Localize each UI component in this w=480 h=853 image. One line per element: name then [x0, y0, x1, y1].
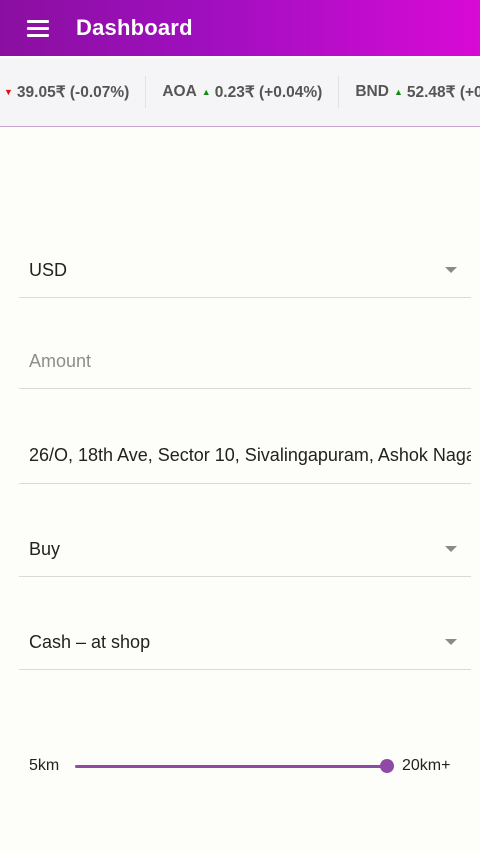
page-title: Dashboard	[76, 15, 193, 40]
slider-thumb[interactable]	[380, 759, 394, 773]
currency-value: USD	[29, 259, 68, 280]
slider-track[interactable]	[75, 765, 387, 768]
ticker-symbol: BND	[355, 83, 389, 100]
up-arrow-icon: ▲	[201, 87, 211, 97]
dropdown-caret-icon	[445, 639, 457, 645]
currency-ticker: ▼ 39.05₹ (-0.07%) AOA ▲ 0.23₹ (+0.04%) B…	[0, 58, 480, 127]
ticker-item: BND ▲ 52.48₹ (+0.05%)	[355, 83, 480, 102]
transaction-type-value: Buy	[29, 538, 61, 559]
up-arrow-icon: ▲	[393, 87, 403, 97]
ticker-value: 39.05₹ (-0.07%)	[16, 83, 130, 101]
ticker-item: AOA ▲ 0.23₹ (+0.04%)	[162, 83, 338, 102]
ticker-item: ▼ 39.05₹ (-0.07%)	[4, 83, 145, 102]
address-input[interactable]: 26/O, 18th Ave, Sector 10, Sivalingapura…	[19, 428, 471, 484]
slider-min-label: 5km	[29, 757, 60, 774]
ticker-divider	[145, 76, 147, 108]
ticker-value: 0.23₹ (+0.04%)	[214, 83, 323, 101]
dropdown-caret-icon	[445, 546, 457, 552]
payment-method-value: Cash – at shop	[29, 631, 151, 652]
amount-placeholder: Amount	[29, 351, 92, 371]
down-arrow-icon: ▼	[4, 87, 13, 97]
app-bar: Dashboard	[0, 0, 480, 56]
payment-method-select[interactable]: Cash – at shop	[19, 615, 471, 670]
ticker-divider	[338, 76, 340, 108]
menu-icon[interactable]	[10, 0, 66, 56]
amount-input[interactable]: Amount	[19, 335, 471, 389]
slider-max-label: 20km+	[402, 757, 451, 774]
ticker-value: 52.48₹ (+0.05%)	[406, 83, 480, 101]
currency-select[interactable]: USD	[19, 243, 471, 298]
transaction-type-select[interactable]: Buy	[19, 522, 471, 577]
address-value: 26/O, 18th Ave, Sector 10, Sivalingapura…	[29, 445, 471, 465]
distance-slider: 5km 20km+	[29, 752, 459, 780]
ticker-symbol: AOA	[162, 83, 197, 100]
dropdown-caret-icon	[445, 267, 457, 273]
